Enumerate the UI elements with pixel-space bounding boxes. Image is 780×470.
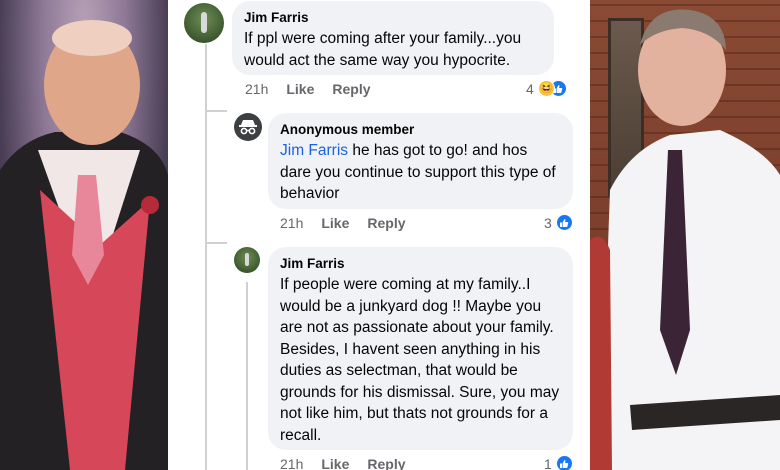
avatar[interactable] bbox=[184, 3, 224, 43]
thread-connector bbox=[205, 44, 207, 470]
man-in-white-shirt-illustration bbox=[590, 9, 780, 470]
comment-time[interactable]: 21h bbox=[280, 456, 303, 470]
right-photo bbox=[590, 0, 780, 470]
comment-bubble: Jim Farris If ppl were coming after your… bbox=[232, 1, 554, 75]
incognito-icon bbox=[239, 120, 257, 135]
comment-author[interactable]: Jim Farris bbox=[244, 9, 542, 27]
anonymous-avatar[interactable] bbox=[234, 113, 262, 141]
man-in-suit-illustration bbox=[0, 20, 168, 470]
avatar[interactable] bbox=[234, 247, 260, 273]
reaction-count: 4 bbox=[526, 80, 534, 97]
thread-connector bbox=[205, 110, 227, 112]
reaction-summary[interactable]: 4 😆 bbox=[526, 80, 567, 97]
comment-bubble: Jim Farris If people were coming at my f… bbox=[268, 247, 573, 450]
reply-button[interactable]: Reply bbox=[367, 215, 405, 231]
haha-icon: 😆 bbox=[537, 80, 555, 97]
comment-time[interactable]: 21h bbox=[280, 215, 303, 231]
comment-text: Jim Farris he has got to go! and hos dar… bbox=[280, 140, 561, 205]
thread-connector bbox=[246, 282, 248, 470]
comment-thread: Jim Farris If ppl were coming after your… bbox=[168, 0, 590, 470]
like-button[interactable]: Like bbox=[321, 215, 349, 231]
comment-author[interactable]: Anonymous member bbox=[280, 121, 561, 139]
comment-bubble: Anonymous member Jim Farris he has got t… bbox=[268, 113, 573, 209]
like-icon bbox=[555, 214, 573, 231]
reaction-summary[interactable]: 1 bbox=[544, 455, 573, 470]
comment-author[interactable]: Jim Farris bbox=[280, 255, 561, 273]
mention-link[interactable]: Jim Farris bbox=[280, 142, 348, 159]
reply-button[interactable]: Reply bbox=[367, 456, 405, 470]
comment-actions: 21h Like Reply bbox=[245, 81, 371, 97]
reply-button[interactable]: Reply bbox=[332, 81, 370, 97]
like-button[interactable]: Like bbox=[321, 456, 349, 470]
left-photo bbox=[0, 0, 168, 470]
like-icon bbox=[555, 455, 573, 470]
reaction-count: 3 bbox=[544, 214, 552, 231]
reaction-count: 1 bbox=[544, 455, 552, 470]
like-button[interactable]: Like bbox=[286, 81, 314, 97]
comment-text: If ppl were coming after your family...y… bbox=[244, 30, 522, 69]
comment-actions: 21h Like Reply bbox=[280, 215, 406, 231]
comment-actions: 21h Like Reply bbox=[280, 456, 406, 470]
reaction-summary[interactable]: 3 bbox=[544, 214, 573, 231]
comment-time[interactable]: 21h bbox=[245, 81, 268, 97]
comment-text: If people were coming at my family..I wo… bbox=[280, 276, 560, 444]
thread-connector bbox=[205, 242, 227, 244]
